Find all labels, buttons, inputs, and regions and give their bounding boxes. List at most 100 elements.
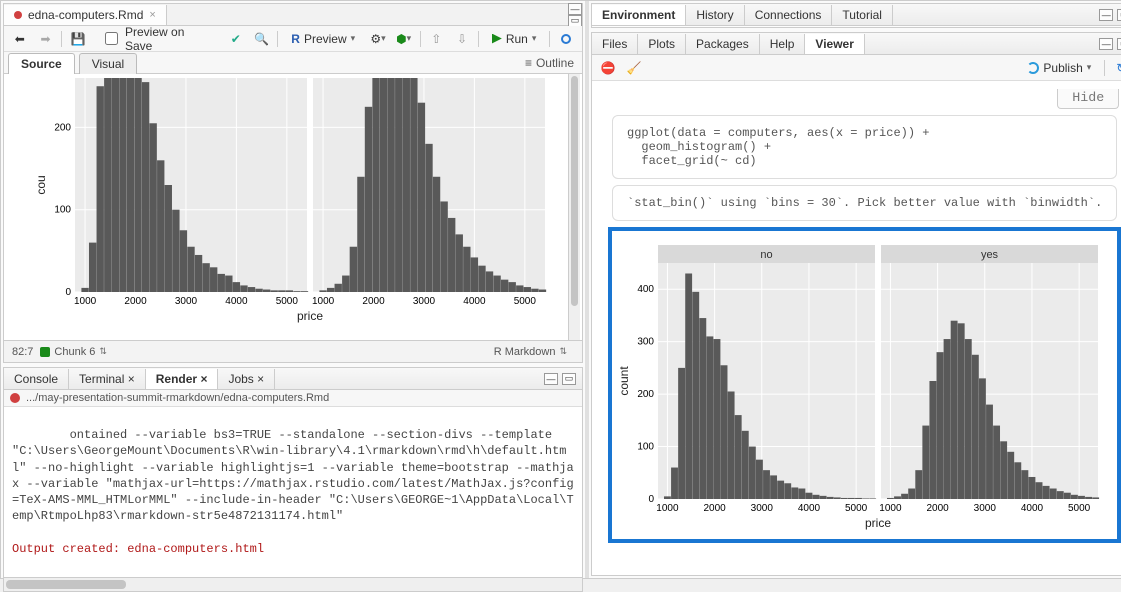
svg-text:1000: 1000: [879, 503, 902, 514]
svg-text:1000: 1000: [656, 503, 679, 514]
preview-label: Preview: [304, 32, 347, 46]
tab-jobs[interactable]: Jobs ×: [218, 369, 275, 389]
tab-files[interactable]: Files: [592, 34, 638, 54]
maximize-pane-icon[interactable]: ▭: [562, 373, 576, 385]
forward-icon[interactable]: ➡: [36, 30, 56, 48]
go-next-chunk-icon[interactable]: ⇩: [452, 30, 472, 48]
scrollbar-vertical[interactable]: [568, 74, 580, 340]
svg-text:1000: 1000: [312, 296, 335, 307]
find-icon[interactable]: 🔍: [252, 30, 272, 48]
chevron-down-icon: ▾: [532, 33, 537, 44]
maximize-pane-icon[interactable]: ▭: [1117, 9, 1121, 21]
svg-text:300: 300: [637, 337, 654, 348]
viewer-message: `stat_bin()` using `bins = 30`. Pick bet…: [612, 185, 1117, 221]
svg-text:count: count: [617, 366, 631, 396]
chunk-icon: [40, 347, 50, 357]
preview-on-save-toggle[interactable]: Preview on Save: [94, 22, 220, 56]
tab-environment[interactable]: Environment: [592, 5, 686, 25]
preview-button[interactable]: R Preview ▾: [284, 29, 362, 49]
svg-text:5000: 5000: [845, 503, 868, 514]
close-icon[interactable]: ×: [149, 9, 155, 21]
hide-button[interactable]: Hide: [1057, 89, 1119, 109]
insert-chunk-icon[interactable]: ⬢▾: [394, 30, 414, 48]
viewer-code: ggplot(data = computers, aes(x = price))…: [612, 115, 1117, 179]
refresh-icon[interactable]: ↻: [1111, 59, 1121, 77]
mode-source-tab[interactable]: Source: [8, 53, 75, 74]
preview-on-save-checkbox[interactable]: [105, 32, 118, 45]
svg-text:1000: 1000: [74, 296, 97, 307]
svg-text:200: 200: [637, 389, 654, 400]
save-icon[interactable]: 💾: [68, 30, 88, 48]
tab-help[interactable]: Help: [760, 34, 806, 54]
outline-label: Outline: [536, 56, 574, 70]
minimize-pane-icon[interactable]: —: [544, 373, 558, 385]
svg-text:100: 100: [54, 205, 71, 216]
tab-tutorial[interactable]: Tutorial: [832, 5, 893, 25]
outline-toggle[interactable]: ≡ Outline: [517, 53, 582, 73]
run-button[interactable]: Run ▾: [485, 29, 544, 49]
svg-text:5000: 5000: [514, 296, 537, 307]
render-log-text: ontained --variable bs3=TRUE --standalon…: [12, 428, 574, 523]
viewer-tabs: Files Plots Packages Help Viewer — ▭: [592, 33, 1121, 55]
viewer-chart: countno100020003000400050000100200300400…: [616, 241, 1106, 531]
gear-icon[interactable]: ⚙▾: [368, 30, 388, 48]
minimize-pane-icon[interactable]: —: [568, 3, 582, 15]
publish-label: Publish: [1043, 61, 1082, 75]
svg-text:4000: 4000: [798, 503, 821, 514]
go-prev-chunk-icon[interactable]: ⇧: [427, 30, 447, 48]
render-path-bar: .../may-presentation-summit-rmarkdown/ed…: [4, 390, 582, 407]
svg-text:2000: 2000: [926, 503, 949, 514]
chunk-selector[interactable]: Chunk 6 ⇅: [33, 343, 114, 361]
lang-selector[interactable]: R Markdown ⇅: [487, 343, 574, 361]
svg-text:4000: 4000: [1021, 503, 1044, 514]
tab-console[interactable]: Console: [4, 369, 69, 389]
svg-text:3000: 3000: [175, 296, 198, 307]
rmd-icon: [14, 11, 22, 19]
svg-text:100: 100: [637, 442, 654, 453]
chunk-label: Chunk 6: [54, 346, 95, 358]
maximize-pane-icon[interactable]: ▭: [568, 15, 582, 27]
close-icon[interactable]: ×: [257, 372, 264, 386]
env-tabs: Environment History Connections Tutorial…: [592, 4, 1121, 26]
svg-text:2000: 2000: [703, 503, 726, 514]
tab-packages[interactable]: Packages: [686, 34, 760, 54]
maximize-pane-icon[interactable]: ▭: [1117, 38, 1121, 50]
tab-plots[interactable]: Plots: [638, 34, 686, 54]
updown-icon: ⇅: [99, 346, 107, 357]
mode-visual-tab[interactable]: Visual: [79, 53, 137, 74]
render-output-line: Output created: edna-computers.html: [12, 542, 264, 556]
clear-viewer-icon[interactable]: 🧹: [624, 59, 644, 77]
tab-connections[interactable]: Connections: [745, 5, 833, 25]
editor-plot-output: cou1000200030004000500001002001000200030…: [4, 74, 582, 340]
svg-text:2000: 2000: [124, 296, 147, 307]
svg-text:cou: cou: [34, 175, 48, 194]
tab-history[interactable]: History: [686, 5, 744, 25]
render-log[interactable]: ontained --variable bs3=TRUE --standalon…: [4, 407, 582, 577]
remove-viewer-icon[interactable]: ⛔: [598, 59, 618, 77]
minimize-pane-icon[interactable]: —: [1099, 9, 1113, 21]
preview-on-save-label: Preview on Save: [125, 25, 213, 53]
outline-icon: ≡: [525, 56, 532, 70]
close-icon[interactable]: ×: [200, 372, 207, 386]
tab-terminal[interactable]: Terminal ×: [69, 369, 146, 389]
editor-statusbar: 82:7 Chunk 6 ⇅ R Markdown ⇅: [4, 340, 582, 362]
editor-toolbar: ⬅ ➡ 💾 Preview on Save ✔ 🔍 R Preview ▾ ⚙▾…: [4, 26, 582, 52]
close-icon[interactable]: ×: [128, 372, 135, 386]
tab-viewer[interactable]: Viewer: [805, 34, 864, 54]
viewer-body[interactable]: Hide ggplot(data = computers, aes(x = pr…: [592, 81, 1121, 575]
svg-text:200: 200: [54, 122, 71, 133]
tab-render[interactable]: Render ×: [146, 369, 219, 389]
svg-text:400: 400: [637, 284, 654, 295]
viewer-plot-frame: countno100020003000400050000100200300400…: [608, 227, 1121, 543]
publish-button[interactable]: Publish ▾: [1020, 58, 1098, 78]
back-icon[interactable]: ⬅: [10, 30, 30, 48]
svg-text:4000: 4000: [463, 296, 486, 307]
cursor-position: 82:7: [12, 346, 33, 358]
publish-icon[interactable]: [556, 30, 576, 48]
svg-text:price: price: [865, 516, 891, 530]
render-path: .../may-presentation-summit-rmarkdown/ed…: [26, 392, 329, 404]
svg-text:0: 0: [648, 494, 654, 505]
minimize-pane-icon[interactable]: —: [1099, 38, 1113, 50]
spellcheck-icon[interactable]: ✔: [226, 30, 246, 48]
lang-label: R Markdown: [494, 346, 556, 358]
